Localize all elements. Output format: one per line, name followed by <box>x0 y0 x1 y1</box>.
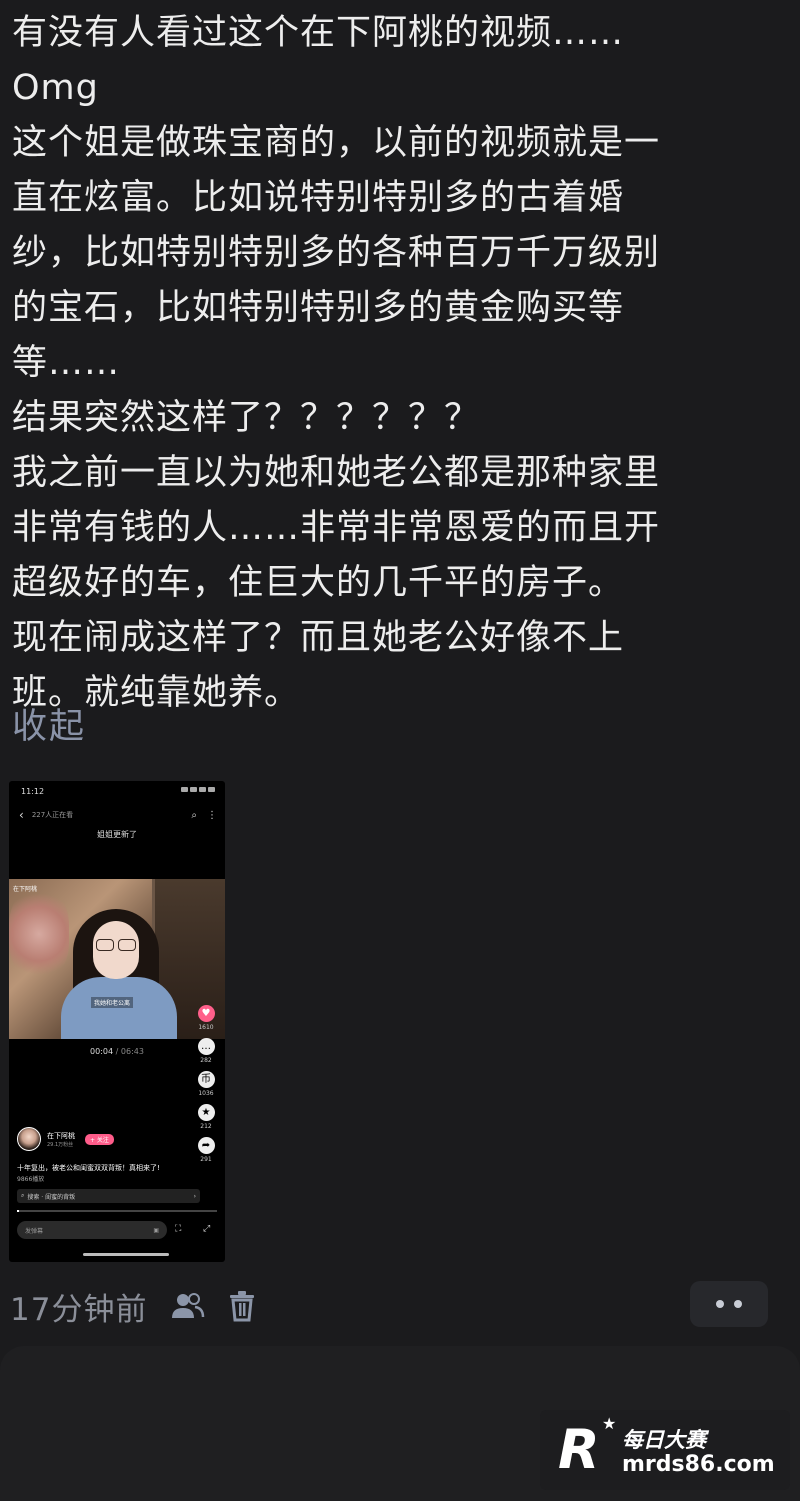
video-views: 9866播放 <box>17 1176 45 1183</box>
search-icon: ⌕ <box>21 1192 25 1199</box>
heart-icon: ♥ <box>197 1005 215 1022</box>
watermark-url: mrds86.com <box>622 1452 775 1477</box>
attached-screenshot[interactable]: 11:12 ‹ 227人正在看 ⌕ ⋮ 姐姐更新了 在下阿桃 我她和老公离 00… <box>9 781 225 1262</box>
post-line: Omg <box>12 68 99 108</box>
favorite-action: ★ 212 <box>197 1104 215 1130</box>
post-line: 现在闹成这样了？而且她老公好像不上 <box>12 618 625 658</box>
video-subtitle: 我她和老公离 <box>91 997 134 1008</box>
person-body <box>61 977 177 1039</box>
phone-page-title: 姐姐更新了 <box>97 830 137 839</box>
share-icon: ➦ <box>197 1137 215 1154</box>
post-line: 等…… <box>12 343 121 383</box>
video-tag: 在下阿桃 <box>13 886 38 893</box>
post-line: 纱，比如特别特别多的各种百万千万级别 <box>12 233 661 273</box>
blossom-decoration <box>9 889 69 979</box>
chevron-right-icon: › <box>193 1192 196 1200</box>
related-search-text: 搜索 · 闺蜜的背叛 <box>27 1193 76 1201</box>
time-total: 06:43 <box>120 1047 144 1056</box>
author-info: 在下阿桃 29.1万粉丝 <box>47 1131 75 1148</box>
danmaku-placeholder: 发弹幕 <box>25 1227 44 1235</box>
glasses-icon <box>95 939 137 951</box>
time-separator: / <box>113 1047 121 1056</box>
video-author: 在下阿桃 29.1万粉丝 + 关注 <box>17 1127 114 1151</box>
author-name: 在下阿桃 <box>47 1131 75 1140</box>
post-line: 结果突然这样了？？？？？？ <box>12 398 481 438</box>
quality-icon: ⛶ <box>175 1224 182 1234</box>
status-time: 11:12 <box>21 787 45 796</box>
related-search: ⌕ 搜索 · 闺蜜的背叛 › <box>17 1189 200 1203</box>
comment-count: 282 <box>200 1057 212 1064</box>
comment-icon: … <box>197 1038 215 1055</box>
post-line: 有没有人看过这个在下阿桃的视频…… <box>12 13 625 53</box>
video-action-rail: ♥ 1610 … 282 币 1036 ★ 212 ➦ 291 <box>193 1005 219 1170</box>
post-line: 的宝石，比如特别特别多的黄金购买等 <box>12 288 625 328</box>
watermark-logo: R <box>558 1418 600 1481</box>
post-text: 有没有人看过这个在下阿桃的视频…… Omg 这个姐是做珠宝商的，以前的视频就是一… <box>12 6 792 721</box>
danmaku-toggle-icon: ▣ <box>153 1226 159 1234</box>
avatar <box>17 1127 41 1151</box>
people-icon[interactable] <box>169 1291 205 1321</box>
home-indicator <box>83 1253 169 1256</box>
search-icon: ⌕ <box>191 809 197 821</box>
like-action: ♥ 1610 <box>197 1005 215 1031</box>
phone-top-bar: ‹ 227人正在看 ⌕ ⋮ <box>19 807 217 823</box>
post-line: 我之前一直以为她和她老公都是那种家里 <box>12 453 661 493</box>
coin-icon: 币 <box>197 1071 215 1088</box>
post-time: 17分钟前 <box>10 1291 148 1328</box>
more-vertical-icon: ⋮ <box>207 809 217 821</box>
like-count: 1610 <box>198 1024 214 1031</box>
danmaku-input: 发弹幕 ▣ <box>17 1221 167 1239</box>
back-icon: ‹ <box>19 808 24 822</box>
follow-badge: + 关注 <box>85 1133 114 1145</box>
more-button[interactable] <box>690 1281 768 1327</box>
fullscreen-icon: ⤢ <box>203 1224 211 1234</box>
watermark: R ★ 每日大赛 mrds86.com <box>540 1410 790 1490</box>
watermark-name: 每日大赛 <box>622 1428 706 1452</box>
star-icon: ★ <box>602 1414 617 1433</box>
share-action: ➦ 291 <box>197 1137 215 1163</box>
post-line: 这个姐是做珠宝商的，以前的视频就是一 <box>12 123 661 163</box>
phone-status-bar: 11:12 <box>21 787 215 796</box>
share-count: 291 <box>200 1156 212 1163</box>
video-progress-fill <box>17 1210 19 1212</box>
comment-action: … 282 <box>197 1038 215 1064</box>
post-meta: 17分钟前 <box>10 1283 257 1329</box>
post-line: 超级好的车，住巨大的几千平的房子。 <box>12 563 625 603</box>
author-fans: 29.1万粉丝 <box>47 1141 74 1148</box>
post-line: 班。就纯靠她养。 <box>12 673 301 713</box>
coin-action: 币 1036 <box>197 1071 215 1097</box>
watching-count: 227人正在看 <box>31 811 74 819</box>
trash-icon[interactable] <box>227 1290 257 1322</box>
favorite-count: 212 <box>200 1123 212 1130</box>
post-line: 非常有钱的人……非常非常恩爱的而且开 <box>12 508 661 548</box>
coin-count: 1036 <box>198 1090 214 1097</box>
time-current: 00:04 <box>90 1047 114 1056</box>
more-dot <box>716 1300 724 1308</box>
video-description: 十年复出，被老公和闺蜜双双背叛！真相来了! <box>17 1164 160 1172</box>
system-icons <box>181 787 215 796</box>
star-icon: ★ <box>197 1104 215 1121</box>
video-progress-bar <box>17 1210 217 1212</box>
more-dot <box>734 1300 742 1308</box>
post-line: 直在炫富。比如说特别特别多的古着婚 <box>12 178 625 218</box>
collapse-link[interactable]: 收起 <box>12 700 86 755</box>
